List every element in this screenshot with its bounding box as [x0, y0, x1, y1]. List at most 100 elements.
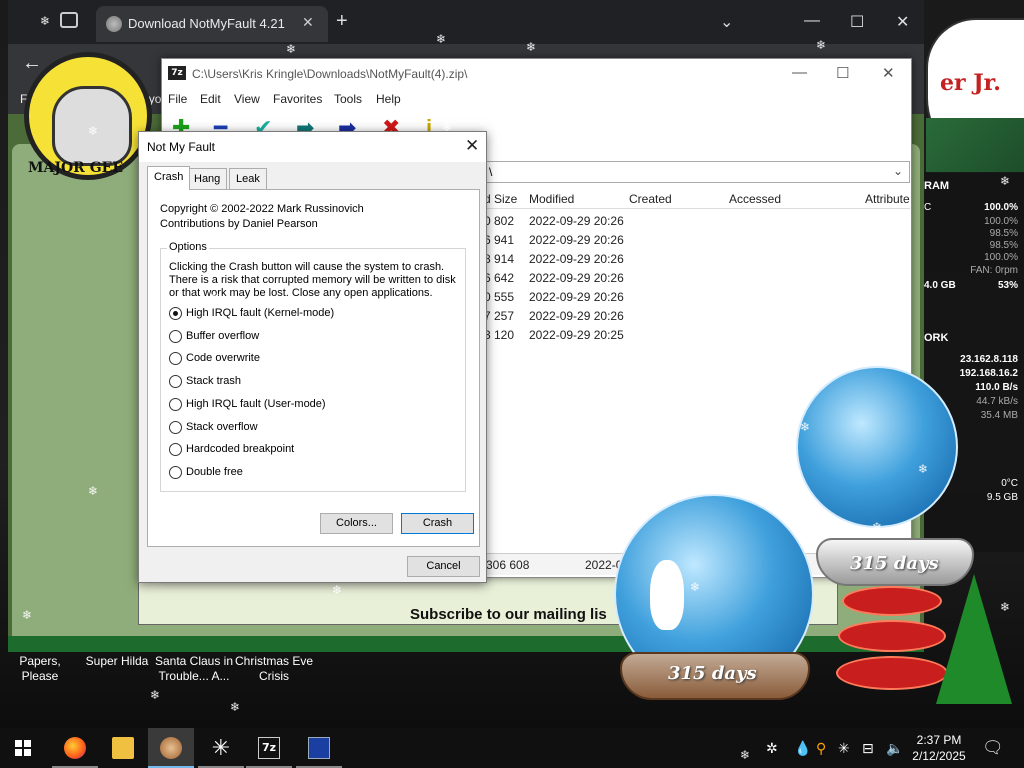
tab-groups-icon[interactable] — [60, 12, 78, 28]
snowflake-tray-icon[interactable]: ✳ — [838, 740, 850, 757]
taskbar-window-app[interactable] — [296, 728, 342, 768]
path-combobox[interactable]: \ ⌄ — [482, 161, 910, 183]
radio-button-icon[interactable] — [169, 307, 182, 320]
crash-option-label: Stack trash — [186, 375, 242, 388]
crash-option-label: Hardcoded breakpoint — [186, 443, 295, 456]
new-tab-icon[interactable]: + — [336, 10, 348, 33]
crash-option-label: Buffer overflow — [186, 329, 260, 342]
menu-file[interactable]: File — [168, 92, 187, 106]
notifications-icon[interactable]: 🗨 — [982, 738, 1004, 758]
maximize-icon[interactable]: ☐ — [850, 12, 864, 32]
taskbar-notmyfault[interactable] — [148, 728, 194, 768]
close-tab-icon[interactable]: ✕ — [302, 14, 314, 31]
radio-button-icon[interactable] — [169, 465, 182, 479]
snowflake-icon: ❄ — [1000, 600, 1011, 614]
table-row[interactable]: 0 555 2022-09-29 20:26 — [482, 288, 910, 307]
snowflake-icon: ❄ — [150, 688, 161, 702]
table-row[interactable]: 3 120 2022-09-29 20:25 — [482, 326, 910, 345]
colors-button[interactable]: Colors... — [320, 513, 393, 534]
maximize-icon[interactable]: ☐ — [836, 64, 849, 82]
status-size: 306 608 — [486, 558, 530, 572]
radio-button-icon[interactable] — [169, 375, 182, 389]
tab-hang[interactable]: Hang — [187, 168, 228, 190]
search-icon[interactable]: ⚲ — [816, 740, 826, 757]
start-button[interactable] — [0, 728, 46, 768]
crash-option-radio[interactable]: High IRQL fault (User-mode) — [169, 396, 449, 414]
system-clock[interactable]: 2:37 PM 2/12/2025 — [908, 732, 970, 764]
minimize-icon[interactable]: — — [792, 64, 807, 81]
cancel-button[interactable]: Cancel — [407, 556, 480, 577]
snowflake-icon: ❄ — [740, 748, 751, 762]
column-modified[interactable]: Modified — [529, 192, 574, 206]
snowflake-icon: ❄ — [452, 430, 463, 444]
row-packed-size: 0 555 — [484, 290, 515, 304]
fan-speed: FAN: 0rpm — [970, 265, 1018, 276]
network-icon[interactable]: ⊟ — [862, 740, 874, 757]
column-packed-size[interactable]: d Size — [484, 192, 517, 206]
snowflake-icon: ❄ — [230, 700, 241, 714]
crash-option-radio[interactable]: Code overwrite — [169, 350, 449, 368]
column-attributes[interactable]: Attribute — [865, 192, 910, 206]
menu-edit[interactable]: Edit — [200, 92, 221, 106]
taskbar-snowflake-app[interactable]: ✳ — [198, 728, 244, 768]
crash-option-label: Code overwrite — [186, 352, 260, 365]
desktop-icon-christmas-eve-crisis[interactable]: Christmas Eve Crisis — [234, 654, 314, 684]
close-icon[interactable]: ✕ — [882, 64, 895, 82]
taskbar-7zip[interactable]: 7z — [246, 728, 292, 768]
sevenzip-titlebar[interactable]: 7z C:\Users\Kris Kringle\Downloads\NotMy… — [162, 59, 911, 89]
taskbar-file-explorer[interactable] — [100, 728, 146, 768]
back-icon[interactable]: ← — [22, 52, 42, 75]
chevron-down-icon[interactable]: ⌄ — [893, 164, 903, 178]
menu-favorites[interactable]: Favorites — [273, 92, 322, 106]
crash-option-radio[interactable]: Hardcoded breakpoint — [169, 441, 449, 459]
radio-button-icon[interactable] — [169, 352, 182, 366]
spiral-tree-coil — [838, 620, 946, 652]
desktop-icon-super-hilda[interactable]: Super Hilda — [84, 654, 150, 669]
menu-help[interactable]: Help — [376, 92, 401, 106]
crash-option-radio[interactable]: Stack trash — [169, 373, 449, 391]
crash-option-radio[interactable]: Buffer overflow — [169, 328, 449, 346]
crash-option-radio[interactable]: Double free — [169, 464, 449, 482]
column-accessed[interactable]: Accessed — [729, 192, 781, 206]
tab-bar: Download NotMyFault 4.21 ✕ + ⌄ — ☐ ✕ — [8, 0, 924, 44]
tab-leak[interactable]: Leak — [229, 168, 267, 190]
taskbar-firefox[interactable] — [52, 728, 98, 768]
crash-option-label: High IRQL fault (User-mode) — [186, 397, 326, 410]
tab-title: Download NotMyFault 4.21 — [128, 16, 285, 31]
crash-option-radio[interactable]: Stack overflow — [169, 419, 449, 437]
snowflake-icon: ✳ — [211, 735, 231, 760]
table-row[interactable]: 0 802 2022-09-29 20:26 — [482, 212, 910, 231]
table-row[interactable]: 7 257 2022-09-29 20:26 — [482, 307, 910, 326]
snowflake-icon: ❄ — [594, 346, 605, 360]
volume-icon[interactable]: 🔈 — [886, 740, 903, 757]
radio-button-icon[interactable] — [169, 329, 182, 343]
close-window-icon[interactable]: ✕ — [896, 12, 909, 32]
snowflake-icon: ❄ — [366, 420, 377, 434]
row-packed-size: 0 802 — [484, 214, 515, 228]
ram-value-1: 100.0% — [984, 202, 1018, 213]
radio-button-icon[interactable] — [169, 397, 182, 411]
gadget-c-label: C — [924, 202, 932, 213]
radio-button-icon[interactable] — [169, 443, 182, 457]
dialog-titlebar[interactable]: Not My Fault ✕ — [139, 132, 486, 162]
crash-option-radio[interactable]: High IRQL fault (Kernel-mode) — [169, 305, 449, 323]
radio-button-icon[interactable] — [169, 420, 182, 434]
tab-search-icon[interactable]: ⌄ — [720, 12, 733, 32]
options-group: Options Clicking the Crash button will c… — [160, 241, 466, 492]
table-row[interactable]: 6 941 2022-09-29 20:26 — [482, 231, 910, 250]
close-icon[interactable]: ✕ — [465, 136, 479, 156]
desktop-icon-papers-please[interactable]: Papers, Please — [0, 654, 80, 684]
water-drop-icon[interactable]: 💧 — [794, 740, 811, 757]
table-row[interactable]: 8 914 2022-09-29 20:26 — [482, 250, 910, 269]
crash-button[interactable]: Crash — [401, 513, 474, 534]
menu-tools[interactable]: Tools — [334, 92, 362, 106]
table-row[interactable]: 6 642 2022-09-29 20:26 — [482, 269, 910, 288]
minimize-icon[interactable]: — — [804, 12, 820, 30]
desktop-icon-santa-claus[interactable]: Santa Claus in Trouble... A... — [154, 654, 234, 684]
logo-text: MAJOR GEE — [28, 160, 123, 176]
tray-app-icon[interactable]: ✲ — [766, 740, 778, 757]
tab-crash[interactable]: Crash — [147, 166, 191, 190]
browser-tab[interactable]: Download NotMyFault 4.21 ✕ — [96, 6, 328, 42]
column-created[interactable]: Created — [629, 192, 672, 206]
menu-view[interactable]: View — [234, 92, 260, 106]
